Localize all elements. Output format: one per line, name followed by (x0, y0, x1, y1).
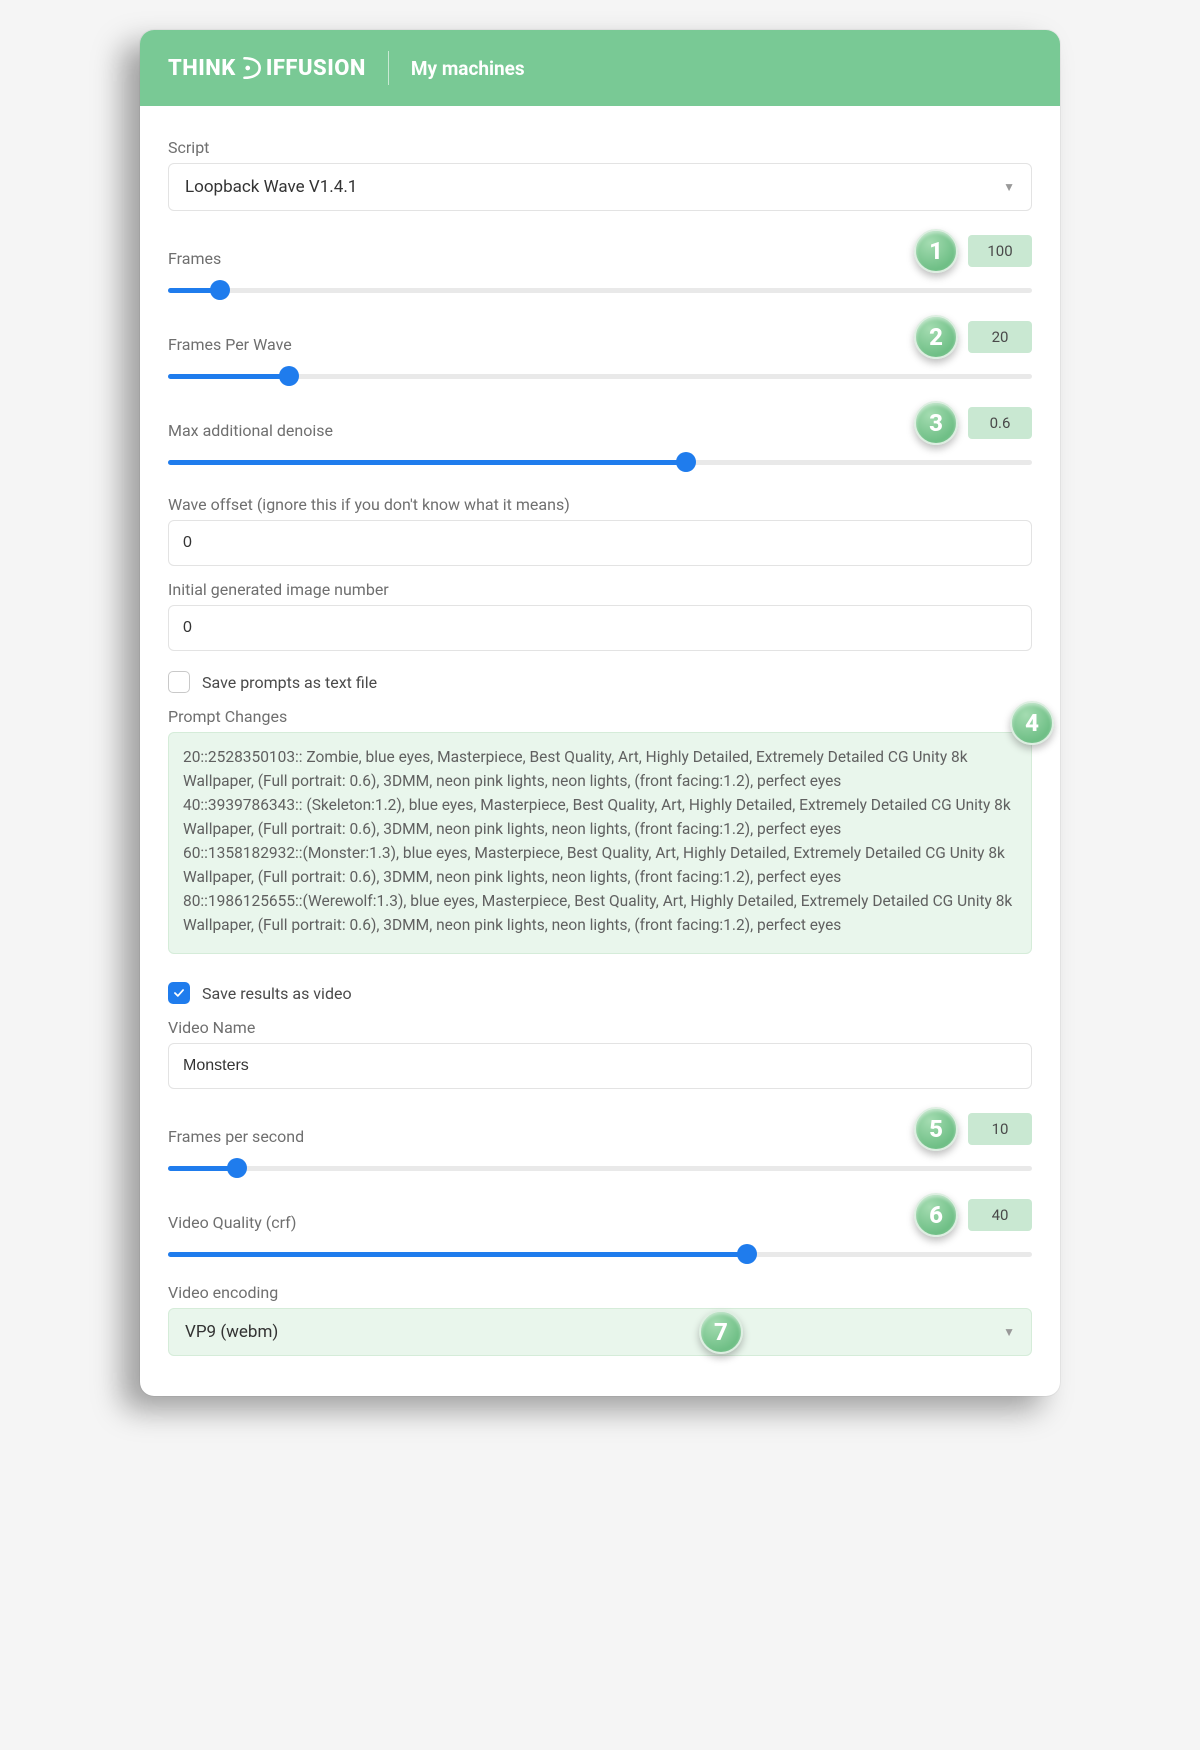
initial-img-num-input[interactable] (168, 605, 1032, 651)
callout-5: 5 (914, 1107, 958, 1151)
frames-per-wave-slider[interactable] (168, 369, 1032, 383)
prompt-changes-label: Prompt Changes (168, 707, 1032, 726)
save-prompts-row: Save prompts as text file (168, 671, 1032, 693)
brand-swirl-icon (238, 55, 264, 81)
max-denoise-slider[interactable] (168, 455, 1032, 469)
script-select-value: Loopback Wave V1.4.1 (185, 177, 357, 197)
content-area: Script Loopback Wave V1.4.1 ▼ Frames 1 1… (140, 106, 1060, 1396)
save-video-row: Save results as video (168, 982, 1032, 1004)
brand-logo: THINK IFFUSION (168, 55, 366, 81)
video-encoding-select[interactable]: VP9 (webm) ▼ (168, 1308, 1032, 1356)
frames-slider[interactable] (168, 283, 1032, 297)
app-frame: THINK IFFUSION My machines Script Loopba… (140, 30, 1060, 1396)
video-encoding-value: VP9 (webm) (185, 1322, 278, 1342)
video-quality-value[interactable]: 40 (968, 1199, 1032, 1231)
brand-text-2: IFFUSION (266, 56, 366, 81)
wave-offset-label: Wave offset (ignore this if you don't kn… (168, 495, 1032, 514)
frames-label: Frames (168, 249, 221, 268)
brand-text-1: THINK (168, 56, 236, 81)
callout-1: 1 (914, 229, 958, 273)
prompt-changes-textarea[interactable]: 20::2528350103:: Zombie, blue eyes, Mast… (168, 732, 1032, 954)
callout-4: 4 (1010, 701, 1054, 745)
max-denoise-value[interactable]: 0.6 (968, 407, 1032, 439)
chevron-down-icon: ▼ (1003, 1325, 1015, 1339)
initial-img-num-label: Initial generated image number (168, 580, 1032, 599)
video-quality-slider[interactable] (168, 1247, 1032, 1261)
app-header: THINK IFFUSION My machines (140, 30, 1060, 106)
save-prompts-label: Save prompts as text file (202, 673, 377, 692)
frames-value[interactable]: 100 (968, 235, 1032, 267)
save-video-checkbox[interactable] (168, 982, 190, 1004)
fps-label: Frames per second (168, 1127, 304, 1146)
callout-2: 2 (914, 315, 958, 359)
script-select[interactable]: Loopback Wave V1.4.1 ▼ (168, 163, 1032, 211)
max-denoise-row: Max additional denoise 3 0.6 (168, 401, 1032, 469)
video-quality-label: Video Quality (crf) (168, 1213, 296, 1232)
callout-6: 6 (914, 1193, 958, 1237)
video-name-label: Video Name (168, 1018, 1032, 1037)
wave-offset-input[interactable] (168, 520, 1032, 566)
video-name-input[interactable] (168, 1043, 1032, 1089)
video-encoding-label: Video encoding (168, 1283, 1032, 1302)
fps-slider[interactable] (168, 1161, 1032, 1175)
script-label: Script (168, 138, 1032, 157)
callout-7: 7 (699, 1310, 743, 1354)
save-prompts-checkbox[interactable] (168, 671, 190, 693)
max-denoise-label: Max additional denoise (168, 421, 333, 440)
fps-value[interactable]: 10 (968, 1113, 1032, 1145)
fps-row: Frames per second 5 10 (168, 1107, 1032, 1175)
save-video-label: Save results as video (202, 984, 352, 1003)
chevron-down-icon: ▼ (1003, 180, 1015, 194)
header-divider (388, 51, 389, 85)
page-title: My machines (411, 57, 525, 80)
frames-row: Frames 1 100 (168, 229, 1032, 297)
frames-per-wave-label: Frames Per Wave (168, 335, 292, 354)
check-icon (172, 986, 186, 1000)
callout-3: 3 (914, 401, 958, 445)
frames-per-wave-value[interactable]: 20 (968, 321, 1032, 353)
frames-per-wave-row: Frames Per Wave 2 20 (168, 315, 1032, 383)
video-quality-row: Video Quality (crf) 6 40 (168, 1193, 1032, 1261)
